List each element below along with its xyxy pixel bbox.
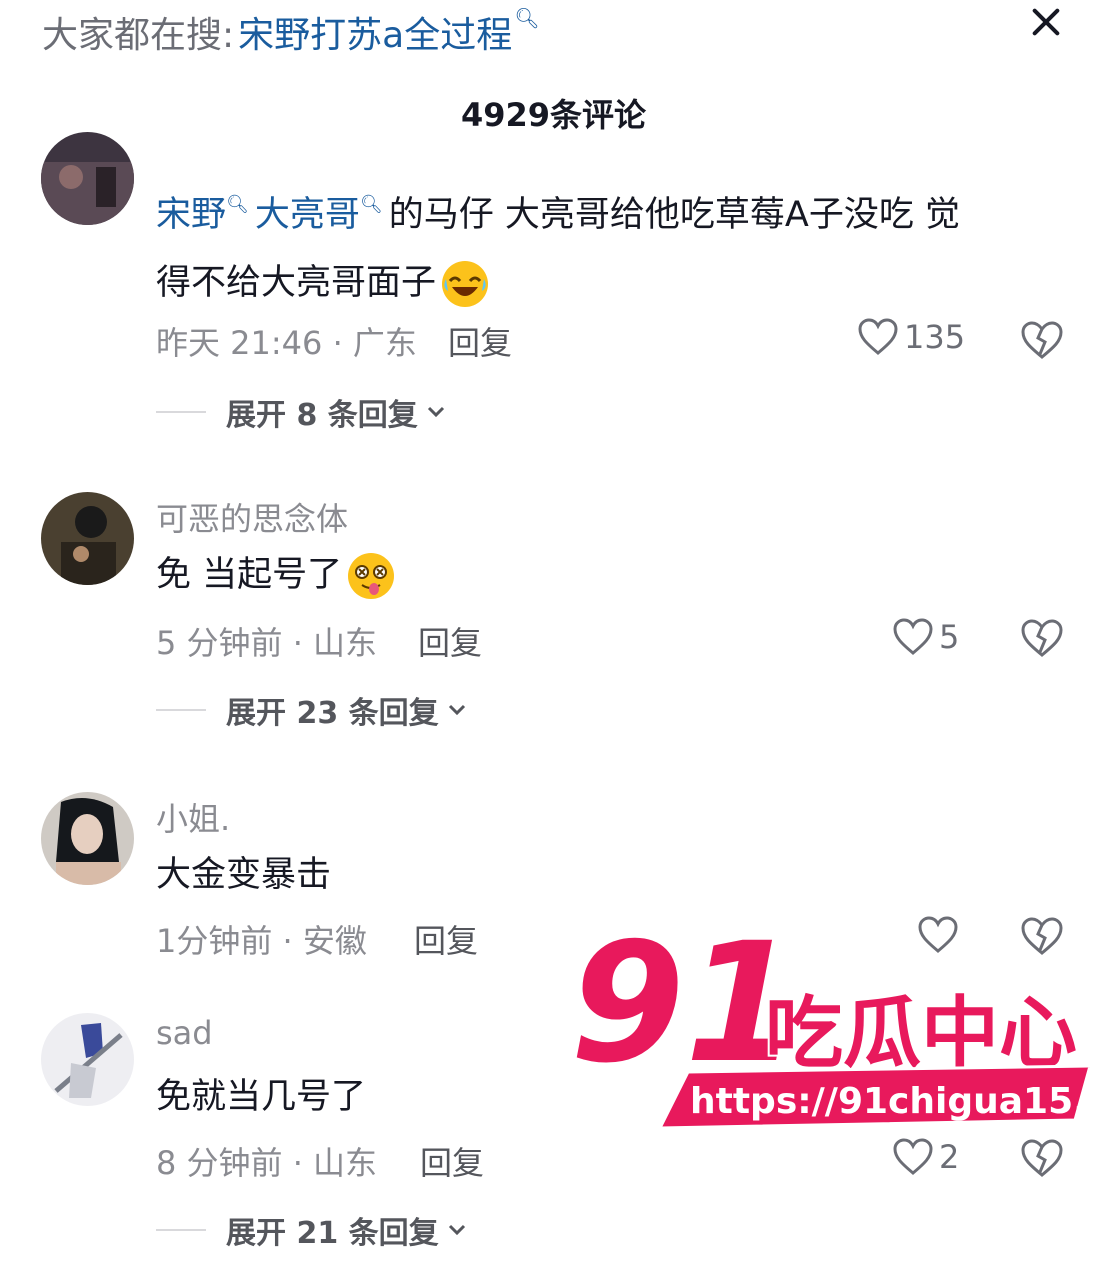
- username[interactable]: 可恶的思念体: [156, 494, 348, 540]
- comment-meta: 5 分钟前 · 山东: [156, 624, 378, 662]
- expand-replies-label: 展开 23 条回复: [226, 696, 439, 731]
- broken-heart-icon[interactable]: [1020, 916, 1064, 956]
- avatar[interactable]: [41, 132, 134, 225]
- search-icon: 🔍︎: [226, 194, 249, 215]
- like-count: 2: [939, 1138, 960, 1176]
- like-count: 135: [904, 318, 966, 356]
- expand-replies-button[interactable]: 展开 21 条回复: [156, 1208, 467, 1252]
- dizzy-tongue-emoji-icon: [348, 553, 395, 599]
- reply-button[interactable]: 回复: [418, 618, 482, 664]
- hot-search-bar[interactable]: 大家都在搜: 宋野打苏a全过程 🔍︎: [42, 6, 540, 58]
- avatar[interactable]: [41, 492, 134, 585]
- comment-meta: 8 分钟前 · 山东: [156, 1144, 378, 1182]
- heart-icon: [858, 318, 898, 355]
- hot-search-query[interactable]: 宋野打苏a全过程: [238, 6, 512, 58]
- close-icon[interactable]: [1024, 0, 1068, 44]
- divider: [156, 411, 206, 413]
- reply-button[interactable]: 回复: [420, 1138, 484, 1184]
- comment-text-line2: 得不给大亮哥面子: [156, 263, 437, 303]
- expand-replies-button[interactable]: 展开 23 条回复: [156, 688, 467, 732]
- comment-text-body: 免 当起号了: [156, 555, 343, 595]
- like-button[interactable]: 2: [893, 1138, 959, 1176]
- mention-link[interactable]: 宋野: [156, 195, 226, 235]
- mention-link[interactable]: 大亮哥: [255, 195, 360, 235]
- reply-button[interactable]: 回复: [448, 318, 512, 364]
- avatar[interactable]: [41, 792, 134, 885]
- broken-heart-icon[interactable]: [1020, 618, 1064, 658]
- hot-search-prefix: 大家都在搜:: [42, 15, 235, 56]
- broken-heart-icon[interactable]: [1020, 1138, 1064, 1178]
- expand-replies-button[interactable]: 展开 8 条回复: [156, 390, 446, 434]
- search-icon: 🔍︎: [514, 6, 540, 30]
- heart-icon: [918, 916, 958, 953]
- username[interactable]: 小姐.: [156, 794, 230, 840]
- chevron-down-icon: [448, 704, 465, 716]
- like-button[interactable]: [918, 916, 958, 954]
- comment-text: 大金变暴击: [156, 844, 1056, 906]
- comment-text: 免 当起号了: [156, 544, 1056, 606]
- like-button[interactable]: 5: [893, 618, 959, 656]
- comment-text-line1: 的马仔 大亮哥给他吃草莓A子没吃 觉: [388, 195, 960, 235]
- divider: [156, 1229, 206, 1231]
- like-count: 5: [939, 618, 960, 656]
- comment-text-body: 大金变暴击: [156, 855, 332, 895]
- reply-button[interactable]: 回复: [414, 916, 478, 962]
- comment-meta: 1分钟前 · 安徽: [156, 922, 367, 960]
- heart-icon: [893, 618, 933, 655]
- broken-heart-icon[interactable]: [1020, 320, 1064, 360]
- chevron-down-icon: [427, 406, 444, 418]
- comment-text: 宋野🔍︎ 大亮哥🔍︎ 的马仔 大亮哥给他吃草莓A子没吃 觉 得不给大亮哥面子: [156, 184, 1056, 314]
- avatar[interactable]: [41, 1013, 134, 1106]
- comment-meta: 昨天 21:46 · 广东: [156, 324, 417, 362]
- expand-replies-label: 展开 21 条回复: [226, 1216, 439, 1251]
- laughing-crying-emoji-icon: [442, 261, 489, 307]
- heart-icon: [893, 1138, 933, 1175]
- comment-count-title: 4929条评论: [460, 96, 647, 134]
- like-button[interactable]: 135: [858, 318, 965, 356]
- search-icon: 🔍︎: [359, 194, 383, 215]
- comment-text: 免就当几号了: [156, 1066, 1056, 1128]
- divider: [156, 709, 206, 711]
- expand-replies-label: 展开 8 条回复: [226, 398, 418, 433]
- username[interactable]: sad: [156, 1014, 213, 1052]
- comment-text-body: 免就当几号了: [156, 1077, 367, 1117]
- chevron-down-icon: [448, 1224, 465, 1236]
